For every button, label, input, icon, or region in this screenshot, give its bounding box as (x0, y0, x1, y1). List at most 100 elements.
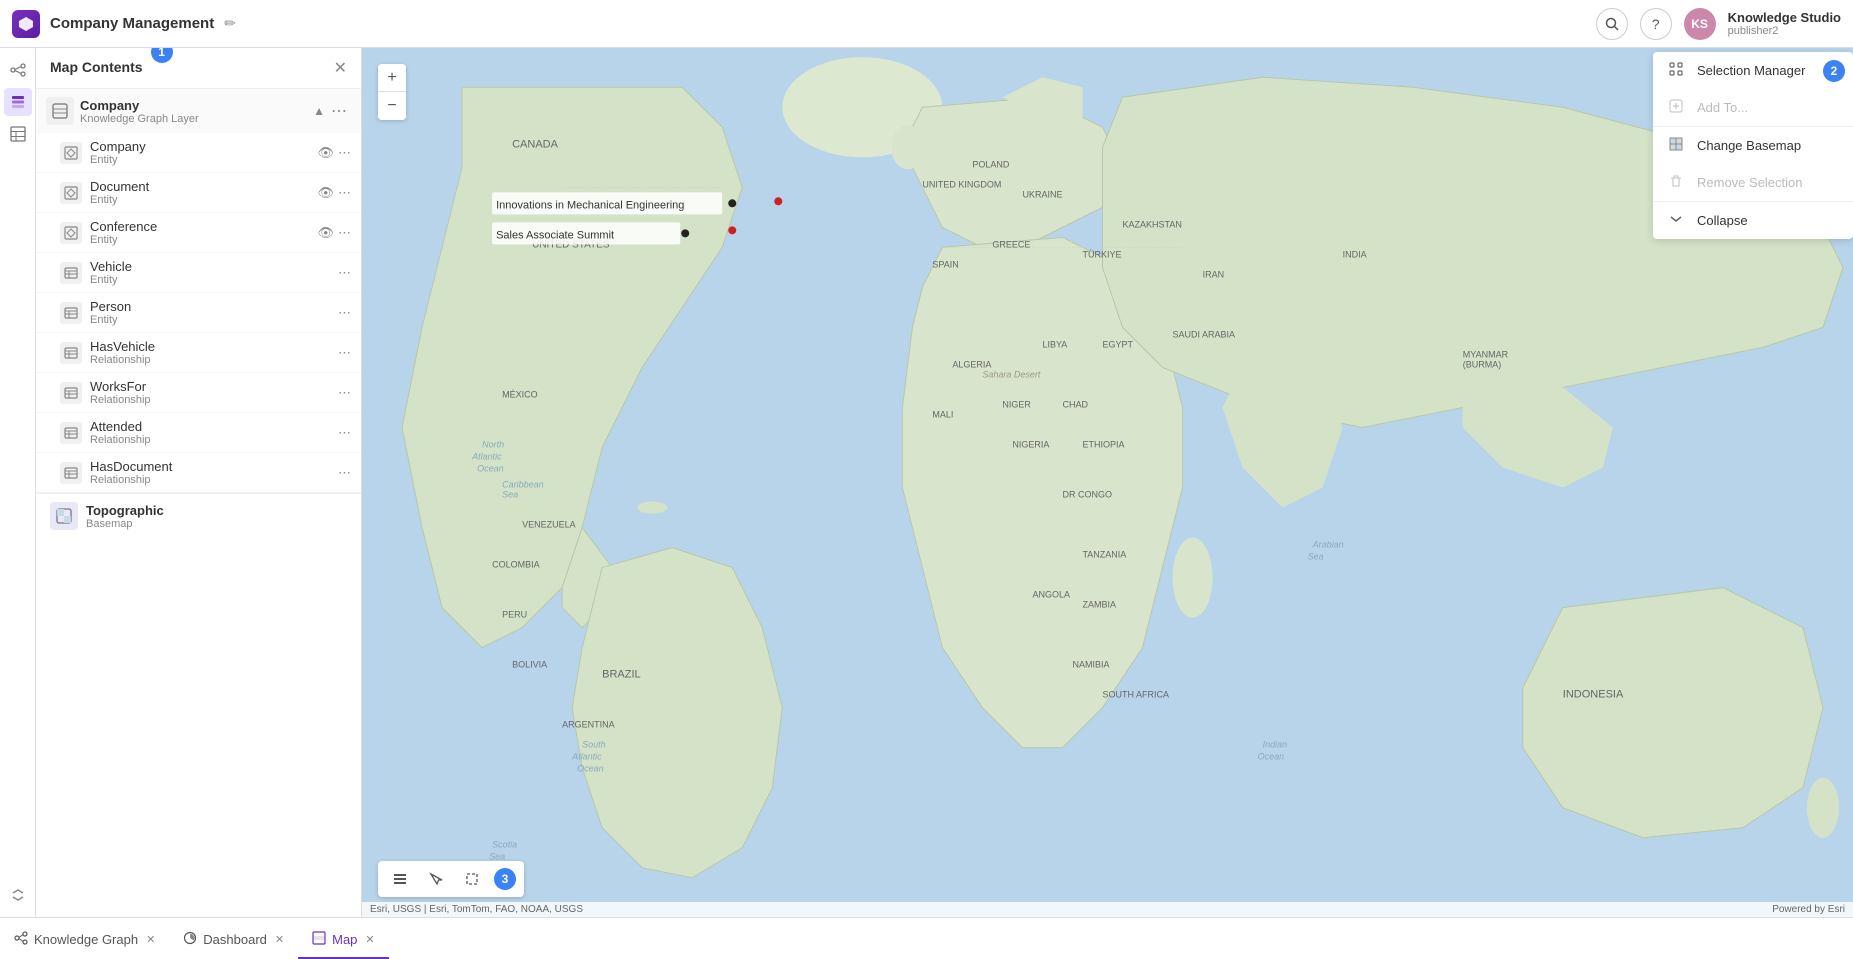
search-button[interactable] (1596, 8, 1628, 40)
svg-text:TÜRKIYE: TÜRKIYE (1082, 249, 1121, 259)
svg-text:Scotia: Scotia (492, 840, 517, 850)
select-tool-button[interactable] (422, 865, 450, 893)
map-area[interactable]: CANADA UNITED STATES BRAZIL UNITED KINGD… (362, 48, 1853, 917)
layer-item[interactable]: Attended Relationship ⋯ (36, 413, 361, 453)
map-tab-icon (312, 931, 326, 948)
edit-icon[interactable]: ✏ (224, 15, 236, 32)
layer-item[interactable]: Document Entity 👁 ⋯ (36, 173, 361, 213)
svg-text:UNITED KINGDOM: UNITED KINGDOM (922, 179, 1001, 189)
item-more-icon[interactable]: ⋯ (338, 145, 351, 161)
layer-item[interactable]: Conference Entity 👁 ⋯ (36, 213, 361, 253)
layer-item-type: Entity (90, 194, 309, 206)
header-left: Company Management ✏ (12, 10, 236, 38)
basemap-name: Topographic (86, 503, 347, 518)
remove-selection-item: Remove Selection (1653, 164, 1853, 201)
svg-text:Indian: Indian (1263, 740, 1288, 750)
entity-icon (60, 142, 82, 164)
layer-item-name: Person (90, 299, 330, 314)
layer-item[interactable]: WorksFor Relationship ⋯ (36, 373, 361, 413)
layer-item[interactable]: HasVehicle Relationship ⋯ (36, 333, 361, 373)
sidebar: Map Contents 1 ✕ Company Knowledge Graph… (36, 48, 362, 917)
item-more-icon[interactable]: ⋯ (338, 465, 351, 481)
layer-group-header[interactable]: Company Knowledge Graph Layer ▲ ⋯ (36, 89, 361, 133)
layer-group-text: Company Knowledge Graph Layer (80, 98, 307, 125)
item-more-icon[interactable]: ⋯ (338, 385, 351, 401)
item-more-icon[interactable]: ⋯ (338, 425, 351, 441)
sidebar-close-button[interactable]: ✕ (334, 58, 347, 78)
svg-text:MALI: MALI (932, 409, 953, 419)
change-basemap-item[interactable]: Change Basemap (1653, 127, 1853, 164)
tab-dashboard[interactable]: Dashboard ✕ (169, 921, 298, 959)
layer-item-text: Document Entity (90, 179, 309, 206)
visibility-icon[interactable]: 👁 (317, 145, 334, 161)
item-more-icon[interactable]: ⋯ (338, 225, 351, 241)
map-tab-close[interactable]: ✕ (365, 933, 374, 946)
nav-icon-table[interactable] (4, 120, 32, 148)
item-more-icon[interactable]: ⋯ (338, 185, 351, 201)
header-right: ? KS Knowledge Studio publisher2 (1596, 8, 1841, 40)
add-to-icon (1669, 99, 1687, 116)
layer-item-type: Entity (90, 314, 330, 326)
svg-text:Caribbean: Caribbean (502, 480, 544, 490)
layer-item[interactable]: HasDocument Relationship ⋯ (36, 453, 361, 493)
layer-item-name: WorksFor (90, 379, 330, 394)
layer-item-text: HasDocument Relationship (90, 459, 330, 486)
knowledge-graph-tab-label: Knowledge Graph (34, 932, 138, 947)
layer-item-actions: ⋯ (338, 345, 351, 361)
nav-icon-collapse[interactable] (4, 881, 32, 909)
dashboard-tab-close[interactable]: ✕ (275, 933, 284, 946)
svg-text:DR CONGO: DR CONGO (1062, 490, 1112, 500)
nav-icon-connections[interactable] (4, 56, 32, 84)
layer-group-more-icon[interactable]: ⋯ (331, 101, 347, 121)
item-more-icon[interactable]: ⋯ (338, 345, 351, 361)
collapse-item[interactable]: Collapse (1653, 202, 1853, 239)
zoom-in-button[interactable]: + (378, 64, 406, 92)
item-more-icon[interactable]: ⋯ (338, 265, 351, 281)
svg-text:NIGERIA: NIGERIA (1012, 439, 1049, 449)
layer-item-actions: 👁 ⋯ (317, 225, 351, 241)
badge-2: 2 (1823, 60, 1845, 82)
selection-manager-item[interactable]: Selection Manager 2 (1653, 52, 1853, 89)
visibility-icon[interactable]: 👁 (317, 225, 334, 241)
list-view-button[interactable] (386, 865, 414, 893)
item-more-icon[interactable]: ⋯ (338, 305, 351, 321)
layer-item[interactable]: Company Entity 👁 ⋯ (36, 133, 361, 173)
change-basemap-label: Change Basemap (1697, 138, 1801, 153)
svg-text:(BURMA): (BURMA) (1463, 359, 1501, 369)
layer-item[interactable]: Vehicle Entity ⋯ (36, 253, 361, 293)
zoom-out-button[interactable]: − (378, 92, 406, 120)
svg-text:IRAN: IRAN (1203, 269, 1225, 279)
help-button[interactable]: ? (1640, 8, 1672, 40)
svg-text:LIBYA: LIBYA (1042, 339, 1067, 349)
dashboard-tab-label: Dashboard (203, 932, 267, 947)
relationship-icon (60, 422, 82, 444)
svg-text:NIGER: NIGER (1002, 399, 1031, 409)
svg-text:Sales Associate Summit: Sales Associate Summit (496, 229, 614, 241)
knowledge-graph-tab-icon (14, 931, 28, 948)
app-logo (12, 10, 40, 38)
nav-icon-layers[interactable] (4, 88, 32, 116)
tab-map[interactable]: Map ✕ (298, 921, 389, 959)
layer-item-text: Vehicle Entity (90, 259, 330, 286)
rectangle-select-button[interactable] (458, 865, 486, 893)
layer-item[interactable]: Person Entity ⋯ (36, 293, 361, 333)
remove-selection-label: Remove Selection (1697, 175, 1803, 190)
svg-text:Atlantic: Atlantic (471, 451, 502, 461)
chevron-up-icon[interactable]: ▲ (313, 104, 325, 118)
app-title: Company Management (50, 15, 214, 32)
svg-text:Ocean: Ocean (1258, 752, 1285, 762)
help-icon: ? (1652, 16, 1660, 32)
visibility-icon[interactable]: 👁 (317, 185, 334, 201)
badge-1: 1 (151, 48, 173, 63)
layer-item-text: Person Entity (90, 299, 330, 326)
svg-text:Ocean: Ocean (477, 463, 504, 473)
svg-text:ZAMBIA: ZAMBIA (1082, 600, 1116, 610)
layer-item-text: Attended Relationship (90, 419, 330, 446)
layer-item-name: Vehicle (90, 259, 330, 274)
selection-manager-label: Selection Manager (1697, 63, 1805, 78)
knowledge-graph-tab-close[interactable]: ✕ (146, 933, 155, 946)
tab-knowledge-graph[interactable]: Knowledge Graph ✕ (0, 921, 169, 959)
basemap-item[interactable]: Topographic Basemap (36, 494, 361, 538)
user-avatar[interactable]: KS (1684, 8, 1716, 40)
layer-item-name: Attended (90, 419, 330, 434)
